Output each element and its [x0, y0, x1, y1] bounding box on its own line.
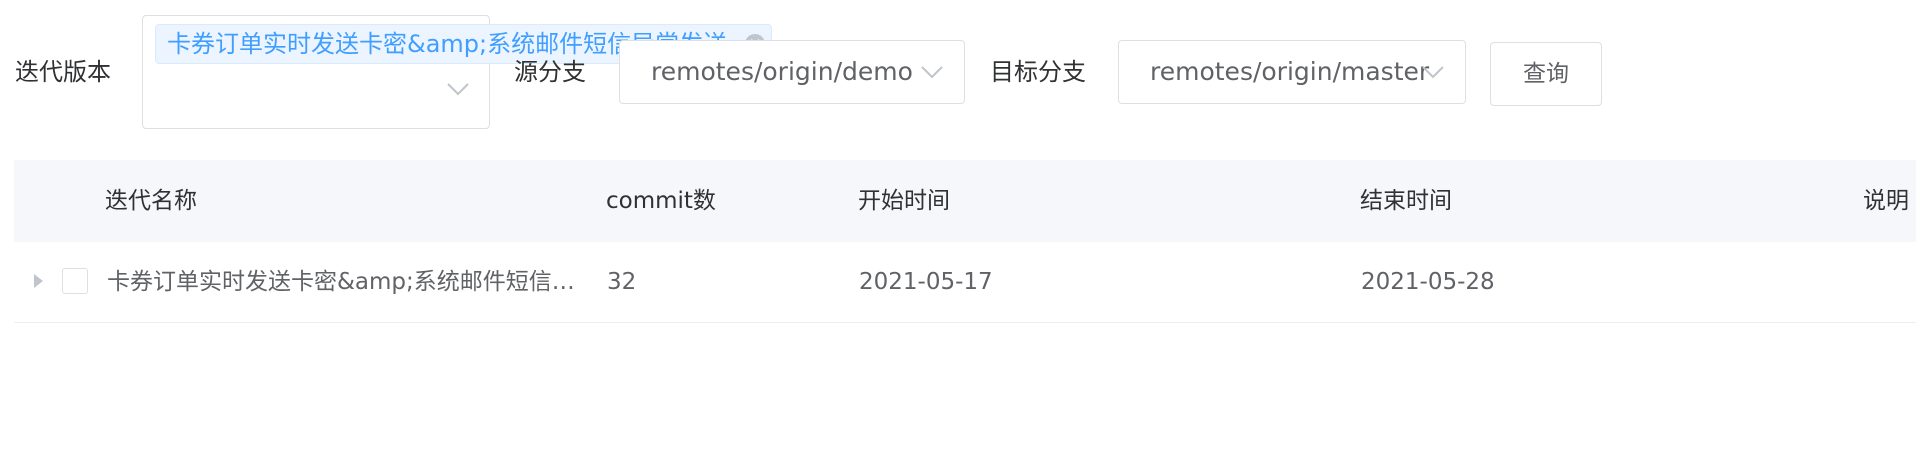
chevron-down-icon — [1422, 66, 1444, 79]
column-iteration-name[interactable]: 迭代名称 — [105, 160, 197, 242]
column-start-time[interactable]: 开始时间 — [858, 160, 950, 242]
chevron-down-icon — [921, 66, 943, 79]
source-branch-select[interactable]: remotes/origin/demo — [619, 40, 965, 104]
column-end-time[interactable]: 结束时间 — [1360, 160, 1452, 242]
column-commit-count[interactable]: commit数 — [606, 160, 716, 242]
iteration-label: 迭代版本 — [15, 58, 111, 86]
row-checkbox[interactable] — [62, 268, 88, 294]
row-end-time: 2021-05-28 — [1361, 269, 1495, 295]
target-branch-label: 目标分支 — [990, 58, 1086, 86]
caret-right-icon[interactable] — [34, 274, 43, 288]
row-iteration-name: 卡券订单实时发送卡密&amp;系统邮件短信… — [107, 269, 575, 295]
target-branch-select[interactable]: remotes/origin/master — [1118, 40, 1466, 104]
source-branch-value: remotes/origin/demo — [651, 57, 913, 86]
row-start-time: 2021-05-17 — [859, 269, 993, 295]
table-row[interactable]: 卡券订单实时发送卡密&amp;系统邮件短信… 32 2021-05-17 202… — [14, 242, 1916, 323]
target-branch-value: remotes/origin/master — [1150, 57, 1430, 86]
source-branch-label: 源分支 — [514, 58, 586, 86]
query-button[interactable]: 查询 — [1490, 42, 1602, 106]
chevron-down-icon — [447, 83, 469, 96]
row-commit-count: 32 — [607, 269, 637, 295]
column-description[interactable]: 说明 — [1863, 160, 1909, 242]
table-header: 迭代名称 commit数 开始时间 结束时间 说明 — [14, 160, 1916, 242]
